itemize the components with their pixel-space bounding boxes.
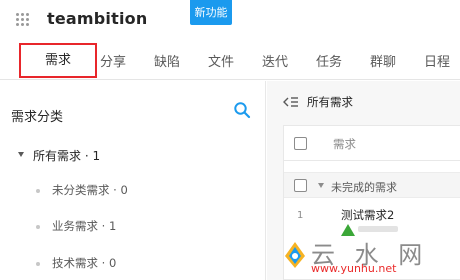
tab-tasks[interactable]: 任务 (316, 51, 342, 70)
app-grid-icon[interactable] (16, 13, 29, 26)
search-icon[interactable] (233, 101, 251, 119)
tab-files[interactable]: 文件 (208, 51, 234, 70)
sidebar-title: 需求分类 (11, 110, 64, 125)
group-row-incomplete[interactable]: 未完成的需求 (284, 172, 460, 198)
project-tabs: 需求 分享 缺陷 文件 迭代 任务 群聊 日程 (0, 40, 460, 80)
select-all-checkbox[interactable] (294, 137, 307, 150)
watermark-url: www.yunhu.net (311, 262, 397, 275)
tree-item-label: 技术需求 · 0 (52, 256, 117, 270)
bullet-icon (36, 189, 40, 193)
column-header-requirement: 需求 (333, 137, 356, 151)
app-logo: teambition (47, 9, 148, 28)
tab-calendar[interactable]: 日程 (424, 51, 450, 70)
panel-title: 所有需求 (307, 95, 353, 109)
group-label: 未完成的需求 (331, 181, 397, 194)
category-sidebar: 需求分类 所有需求 · 1 未分类需求 · 0 业务需求 · 1 技术需求 · … (0, 81, 266, 280)
tab-iterations[interactable]: 迭代 (262, 51, 288, 70)
tree-item-label: 业务需求 · 1 (52, 219, 117, 233)
tab-share[interactable]: 分享 (100, 51, 126, 70)
row-index: 1 (297, 210, 304, 221)
requirement-name[interactable]: 测试需求2 (341, 207, 394, 223)
watermark-logo-icon (285, 242, 305, 268)
requirement-meta (358, 226, 398, 232)
tab-defects[interactable]: 缺陷 (154, 51, 180, 70)
bullet-icon (36, 262, 40, 266)
group-checkbox[interactable] (294, 179, 307, 192)
caret-down-icon (18, 152, 24, 157)
bullet-icon (36, 225, 40, 229)
collapse-sidebar-icon[interactable] (283, 95, 299, 109)
caret-down-icon (318, 183, 324, 188)
tree-item-label: 未分类需求 · 0 (52, 183, 128, 197)
app-window: teambition 新功能 需求 分享 缺陷 文件 迭代 任务 群聊 日程 需… (0, 0, 460, 280)
tab-requirements[interactable]: 需求 (19, 43, 97, 78)
tree-root-label: 所有需求 · 1 (33, 149, 101, 163)
top-bar: teambition 新功能 (0, 0, 460, 40)
table-header-row: 需求 (284, 126, 460, 161)
tab-group-chat[interactable]: 群聊 (370, 51, 396, 70)
new-feature-badge[interactable]: 新功能 (190, 0, 232, 25)
